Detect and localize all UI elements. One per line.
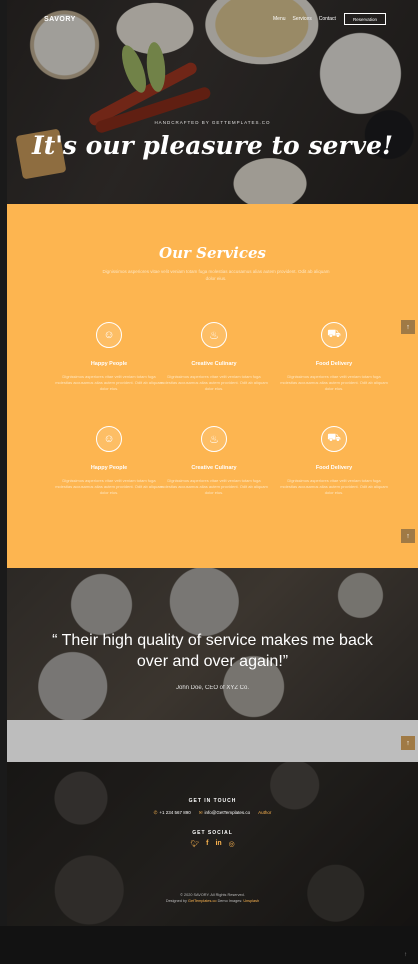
service-description: Dignissimos asperiores vitae velit venia… [160,478,268,495]
nav-menu: Menu Services Contact [273,16,336,22]
service-item: ♨ Creative Culinary Dignissimos asperior… [159,426,269,496]
service-name: Happy People [90,465,128,471]
hero-text: HANDCRAFTED BY GETTEMPLATES.CO It's our … [7,120,418,160]
arrow-up-icon: ↑ [406,739,410,747]
arrow-up-icon: ↑ [406,532,410,540]
testimonial-author: John Doe, CEO of XYZ Co. [175,685,250,691]
hero-food-decoration [144,41,168,93]
hero-tagline: HANDCRAFTED BY GETTEMPLATES.CO [154,120,271,125]
truck-icon: ⛟ [321,426,347,452]
section-divider-band: ↑ [7,720,418,762]
bell-icon: ♨ [201,426,227,452]
social-links: 🐦︎ f in ◎ [7,840,418,848]
footer-section: GET IN TOUCH ✆ +1 234 567 890 ✉ info@GetTe… [7,762,418,926]
get-social-heading: GET SOCIAL [192,830,233,836]
nav-link-services[interactable]: Services [293,16,312,22]
arrow-up-icon[interactable]: ↑ [404,952,407,958]
facebook-icon[interactable]: f [206,840,208,848]
copyright-block: © 2020 SAVORY. All Rights Reserved. Desi… [7,892,418,904]
service-name: Creative Culinary [191,465,237,471]
demo-images-label: Demo Images: [217,899,243,903]
scroll-top-button[interactable]: ↑ [401,529,415,543]
service-description: Dignissimos asperiores vitae velit venia… [55,478,163,495]
page: SAVORY Menu Services Contact Reservation… [0,0,418,964]
service-item: ☺ Happy People Dignissimos asperiores vi… [54,322,164,392]
truck-icon: ⛟ [321,322,347,348]
hero-food-decoration [87,60,199,128]
hero-headline: It's our pleasure to serve! [32,131,393,160]
service-name: Food Delivery [315,361,353,367]
scroll-top-button[interactable]: ↑ [401,736,415,750]
testimonial-quote: “ Their high quality of service makes me… [52,632,373,670]
service-name: Creative Culinary [191,361,237,367]
linkedin-icon[interactable]: in [215,840,221,848]
phone-icon: ✆ [153,810,158,815]
services-section: Our Services Dignissimos asperiores vita… [7,204,418,568]
email-item: ✉ info@GetTemplates.co [199,810,250,816]
top-nav: SAVORY Menu Services Contact Reservation [7,10,418,34]
service-item: ⛟ Food Delivery Dignissimos asperiores v… [279,322,389,392]
smile-icon: ☺ [96,322,122,348]
reservation-button[interactable]: Reservation [344,13,386,25]
dribbble-icon[interactable]: ◎ [229,840,235,848]
arrow-up-icon: ↑ [406,323,410,331]
service-description: Dignissimos asperiores vitae velit venia… [280,478,388,495]
nav-link-contact[interactable]: Contact [319,16,336,22]
service-description: Dignissimos asperiores vitae velit venia… [160,374,268,391]
phone-link[interactable]: +1 234 567 890 [159,810,190,815]
services-subtitle: Dignissimos asperiores vitae velit venia… [102,269,330,281]
hero-food-decoration [116,42,152,96]
contact-links: ✆ +1 234 567 890 ✉ info@GetTemplates.co Au… [7,810,418,816]
unsplash-link[interactable]: Unsplash [243,899,259,903]
service-description: Dignissimos asperiores vitae velit venia… [55,374,163,391]
service-item: ☺ Happy People Dignissimos asperiores vi… [54,426,164,496]
smile-icon: ☺ [96,426,122,452]
phone-item: ✆ +1 234 567 890 [154,810,191,816]
bottom-strip [0,926,418,964]
bell-icon: ♨ [201,322,227,348]
twitter-icon[interactable]: 🐦︎ [190,840,199,848]
email-link[interactable]: info@GetTemplates.co [205,810,251,815]
service-description: Dignissimos asperiores vitae velit venia… [280,374,388,391]
testimonial-section: “ Their high quality of service makes me… [7,568,418,720]
service-item: ♨ Creative Culinary Dignissimos asperior… [159,322,269,392]
services-title: Our Services [159,244,266,262]
nav-link-menu[interactable]: Menu [273,16,286,22]
brand-logo[interactable]: SAVORY [44,16,76,23]
service-name: Food Delivery [315,465,353,471]
service-name: Happy People [90,361,128,367]
scroll-top-button[interactable]: ↑ [401,320,415,334]
envelope-icon: ✉ [198,810,203,815]
author-link[interactable]: Author [258,810,271,816]
service-item: ⛟ Food Delivery Dignissimos asperiores v… [279,426,389,496]
get-in-touch-heading: GET IN TOUCH [188,798,237,804]
designed-by-label: Designed by [165,899,187,903]
designer-link[interactable]: GetTemplates.co [188,899,217,903]
credits-line: Designed by GetTemplates.co Demo Images:… [7,898,418,904]
